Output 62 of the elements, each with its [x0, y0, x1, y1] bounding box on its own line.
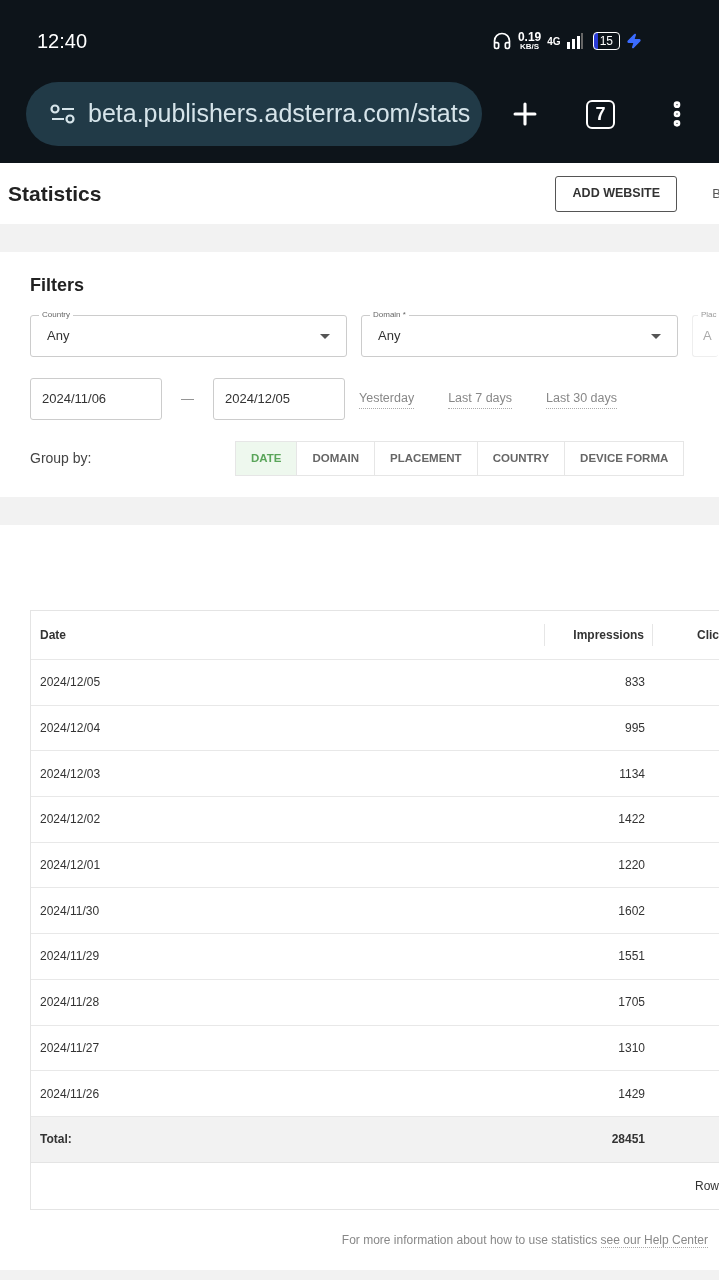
impressions-cell-text: 1602: [617, 902, 646, 920]
tab-count[interactable]: 7: [586, 99, 615, 129]
impressions-cell-text: 1220: [617, 857, 646, 875]
date-cell-text: 2024/11/28: [39, 994, 101, 1012]
field-label: Domain *: [370, 310, 409, 320]
group-by-tab[interactable]: COUNTRY: [476, 441, 566, 476]
impressions-cell-text: 833: [623, 674, 646, 692]
column-header: Clic: [696, 627, 719, 644]
select-value: Any: [47, 327, 70, 346]
impressions-cell-text: 1134: [618, 765, 646, 783]
group-by-tab[interactable]: DEVICE FORMA: [564, 441, 685, 476]
date-cell-text: 2024/11/26: [39, 1085, 101, 1103]
dropdown-caret-icon: [320, 333, 330, 339]
impressions-cell-text: 1429: [617, 1085, 646, 1103]
quick-range-link[interactable]: Last 7 days: [448, 389, 513, 409]
date-cell-text: 2024/12/03: [39, 765, 102, 783]
group-by-label: Group by:: [30, 449, 93, 468]
date-cell-text: 2024/12/04: [39, 720, 102, 738]
date-cell-text: 2024/12/05: [39, 674, 102, 692]
field-label: Plac: [698, 310, 719, 320]
quick-range-link[interactable]: Yesterday: [359, 389, 415, 409]
date-cell-text: 2024/12/01: [39, 857, 102, 875]
help-center-link[interactable]: see our Help Center: [600, 1232, 708, 1248]
page-title: Statistics: [8, 180, 102, 207]
speed-unit: KB/S: [520, 43, 540, 51]
impressions-cell-text: 1551: [617, 948, 646, 966]
rows-per-page-label: Row: [695, 1177, 719, 1195]
network-speed: 0.19: [517, 31, 542, 43]
date-cell-text: 2024/11/29: [39, 948, 101, 966]
charging-icon: [626, 33, 642, 49]
date-cell-text: 2024/11/27: [39, 1039, 101, 1057]
date-from-field[interactable]: 2024/11/06: [30, 378, 162, 420]
filters-title: Filters: [30, 274, 86, 296]
column-header: Impressions: [544, 624, 653, 646]
add-website-button[interactable]: ADD WEBSITE: [555, 175, 678, 212]
impressions-cell-text: 1422: [617, 811, 646, 829]
date-cell-text: 2024/11/30: [39, 902, 101, 920]
clock: 12:40: [37, 29, 88, 54]
total-label: Total:: [39, 1131, 73, 1149]
url-text: beta.publishers.adsterra.com/stats: [88, 98, 471, 130]
column-header: Date: [39, 627, 67, 644]
total-impressions: 28451: [610, 1131, 646, 1149]
impressions-cell-text: 1705: [617, 994, 646, 1012]
network-type: 4G: [547, 34, 561, 49]
help-text: For more information about how to use statistics see our Help Center: [340, 1231, 708, 1249]
address-bar[interactable]: beta.publishers.adsterra.com/stats: [26, 82, 482, 146]
impressions-cell-text: 995: [623, 720, 646, 738]
signal-icon: [566, 33, 583, 49]
field-label: Country: [39, 310, 73, 320]
site-settings-icon[interactable]: [50, 104, 76, 124]
date-separator: —: [181, 390, 194, 409]
impressions-cell-text: 1310: [617, 1039, 646, 1057]
date-cell-text: 2024/12/02: [39, 811, 102, 829]
quick-range-link[interactable]: Last 30 days: [546, 389, 617, 409]
headphones-icon: [491, 31, 512, 51]
group-by-tab[interactable]: DOMAIN: [296, 441, 376, 476]
group-by-tab[interactable]: PLACEMENT: [374, 441, 478, 476]
dropdown-caret-icon: [651, 333, 661, 339]
date-to-field[interactable]: 2024/12/05: [213, 378, 345, 420]
battery-indicator: 15: [592, 32, 620, 50]
select-value: A: [703, 327, 712, 346]
select-value: Any: [378, 327, 401, 346]
